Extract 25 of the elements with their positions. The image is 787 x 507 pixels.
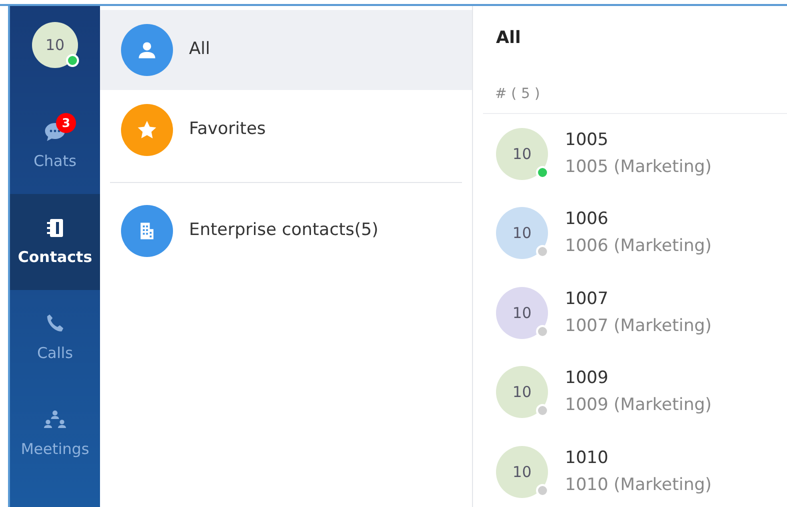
contact-name: 1009	[565, 367, 610, 390]
unread-count: 3	[56, 112, 76, 133]
contact-name: 1007	[565, 288, 610, 311]
star-icon	[136, 119, 158, 141]
avatar-initials: 10	[512, 223, 532, 244]
person-icon	[136, 39, 158, 61]
nav-tab[interactable]: 3 Chats	[10, 98, 100, 194]
avatar-initials: 10	[45, 34, 65, 56]
avatar-initials: 10	[512, 302, 532, 324]
contact-name: 1006	[565, 208, 610, 232]
avatar-initials: 10	[512, 382, 532, 403]
contact-name: 1005	[565, 128, 610, 152]
list-title: All	[496, 28, 521, 48]
contact-group-item[interactable]: All	[100, 10, 472, 90]
avatar-initials: 10	[512, 144, 532, 164]
avatar-initials: 10	[512, 462, 532, 482]
section-header: # ( 5 )	[495, 86, 540, 102]
contact-detail: 1006 (Marketing)	[565, 235, 712, 258]
contact-name: 1010	[565, 446, 610, 470]
contact-detail: 1010 (Marketing)	[565, 474, 712, 497]
contact-detail: 1005 (Marketing)	[565, 156, 712, 179]
contact-detail: 1007 (Marketing)	[565, 314, 712, 338]
nav-tab[interactable]: Calls	[10, 290, 100, 386]
nav-tab[interactable]: Contacts	[10, 194, 100, 290]
contact-detail: 1009 (Marketing)	[565, 394, 712, 418]
